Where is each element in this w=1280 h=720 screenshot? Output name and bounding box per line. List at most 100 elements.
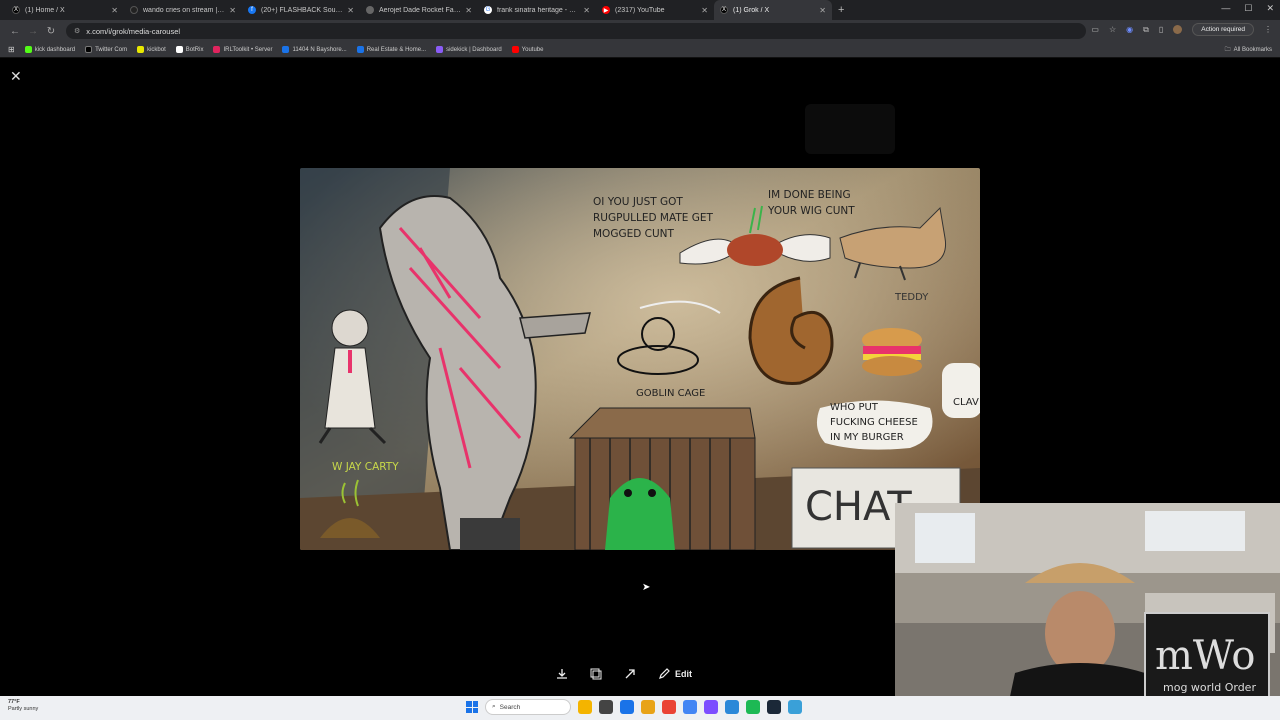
install-icon[interactable]: ▭ bbox=[1091, 25, 1099, 34]
taskbar-app-11[interactable] bbox=[788, 700, 802, 714]
botrix-icon bbox=[175, 46, 183, 53]
goblin-cage-label: GOBLIN CAGE bbox=[636, 388, 705, 399]
bookmark-kickbot[interactable]: kickbot bbox=[137, 46, 166, 53]
taskbar-app-6[interactable] bbox=[683, 700, 697, 714]
globe-icon bbox=[366, 6, 374, 14]
taskbar-app-8[interactable] bbox=[725, 700, 739, 714]
search-icon: ⌕ bbox=[492, 703, 496, 710]
minimize-icon[interactable]: — bbox=[1221, 3, 1230, 14]
close-icon[interactable]: ✕ bbox=[10, 68, 22, 85]
bookmark-star-icon[interactable]: ☆ bbox=[1109, 25, 1116, 34]
address-bar-row: ← → ↻ ⚙ x.com/i/grok/media-carousel ▭ ☆ … bbox=[0, 20, 1280, 42]
mouse-cursor-icon: ➤ bbox=[642, 582, 651, 593]
site-info-icon[interactable]: ⚙ bbox=[74, 27, 80, 35]
window-controls: — ☐ ✕ bbox=[1221, 3, 1274, 14]
tab-aerojet[interactable]: Aerojet Dade Rocket Facility | A✕ bbox=[360, 0, 478, 20]
tab-home-x[interactable]: X (1) Home / X ✕ bbox=[6, 0, 124, 20]
house-icon bbox=[282, 46, 290, 53]
tab-facebook[interactable]: f(20+) FLASHBACK South Florid✕ bbox=[242, 0, 360, 20]
bookmark-twitter[interactable]: Twitter Com bbox=[85, 46, 127, 53]
bookmark-youtube[interactable]: Youtube bbox=[511, 46, 543, 53]
irltoolkit-icon bbox=[213, 46, 221, 53]
share-button[interactable] bbox=[624, 668, 636, 680]
kickbot-icon bbox=[137, 46, 145, 53]
close-tab-icon[interactable]: ✕ bbox=[819, 6, 826, 15]
pencil-icon bbox=[659, 668, 670, 679]
background-panel bbox=[805, 104, 895, 154]
tab-kick[interactable]: wando cries on stream | Looks✕ bbox=[124, 0, 242, 20]
apps-icon[interactable]: ⊞ bbox=[8, 45, 15, 54]
share-icon bbox=[625, 669, 635, 679]
windows-start-icon[interactable] bbox=[466, 701, 478, 713]
speech-line-2: RUGPULLED MATE GET bbox=[593, 212, 713, 224]
x-logo-icon: X bbox=[720, 6, 728, 14]
clav-label: CLAV bbox=[953, 397, 979, 408]
sidekick-icon bbox=[436, 46, 444, 53]
close-tab-icon[interactable]: ✕ bbox=[229, 6, 236, 15]
taskbar-app-2[interactable] bbox=[599, 700, 613, 714]
maximize-icon[interactable]: ☐ bbox=[1244, 3, 1252, 14]
taskbar-app-9[interactable] bbox=[746, 700, 760, 714]
action-required-button[interactable]: Action required bbox=[1192, 23, 1254, 36]
reload-icon[interactable]: ↻ bbox=[42, 26, 60, 37]
burger-drawing bbox=[862, 328, 922, 376]
svg-text:mWo: mWo bbox=[1155, 633, 1255, 679]
taskbar-app-3[interactable] bbox=[620, 700, 634, 714]
bookmark-irltoolkit[interactable]: IRLToolkit • Server bbox=[213, 46, 272, 53]
speech-line-3: MOGGED CUNT bbox=[593, 228, 675, 240]
new-tab-button[interactable]: + bbox=[838, 4, 844, 16]
tab-google[interactable]: Gfrank sinatra heritage - Google✕ bbox=[478, 0, 596, 20]
media-toolbar: Edit bbox=[556, 668, 692, 680]
taskbar-apps: ⌕ Search bbox=[466, 699, 802, 715]
back-icon[interactable]: ← bbox=[6, 26, 24, 37]
close-tab-icon[interactable]: ✕ bbox=[347, 6, 354, 15]
close-tab-icon[interactable]: ✕ bbox=[701, 6, 708, 15]
folder-icon: 🗀 bbox=[1224, 47, 1231, 53]
bookmark-sidekick[interactable]: sidekick | Dashboard bbox=[436, 46, 502, 53]
wig-line-2: YOUR WIG CUNT bbox=[767, 205, 855, 217]
copy-icon bbox=[590, 668, 602, 680]
taskbar-app-5[interactable] bbox=[662, 700, 676, 714]
all-bookmarks-button[interactable]: 🗀 All Bookmarks bbox=[1225, 45, 1272, 55]
kick-icon bbox=[130, 6, 138, 14]
menu-icon[interactable]: ⋮ bbox=[1264, 25, 1272, 34]
goblin-cage bbox=[568, 407, 756, 550]
taskbar-search[interactable]: ⌕ Search bbox=[485, 699, 571, 715]
taskbar-app-1[interactable] bbox=[578, 700, 592, 714]
sidepanel-icon[interactable]: ▯ bbox=[1159, 25, 1163, 34]
weather-widget[interactable]: 77°F Partly sunny bbox=[8, 699, 38, 713]
facebook-icon: f bbox=[248, 6, 256, 14]
bookmark-kick-dashboard[interactable]: kick dashboard bbox=[24, 46, 75, 53]
download-icon bbox=[557, 669, 567, 679]
taskbar-app-4[interactable] bbox=[641, 700, 655, 714]
tab-youtube[interactable]: ▶ (2317) YouTube ✕ bbox=[596, 0, 714, 20]
close-window-icon[interactable]: ✕ bbox=[1266, 3, 1274, 14]
windows-taskbar: 77°F Partly sunny ⌕ Search bbox=[0, 696, 1280, 720]
speech-line-1: OI YOU JUST GOT bbox=[593, 196, 683, 208]
google-icon: G bbox=[484, 6, 492, 14]
bookmarks-bar: ⊞ kick dashboard Twitter Com kickbot Bot… bbox=[0, 42, 1280, 58]
house-icon bbox=[356, 46, 364, 53]
burger-line-3: IN MY BURGER bbox=[830, 432, 904, 443]
bookmark-bayshore[interactable]: 11404 N Bayshore... bbox=[282, 46, 347, 53]
url-field[interactable]: ⚙ x.com/i/grok/media-carousel bbox=[66, 23, 1086, 39]
close-tab-icon[interactable]: ✕ bbox=[583, 6, 590, 15]
bookmark-real-estate[interactable]: Real Estate & Home... bbox=[356, 46, 426, 53]
extension-icon[interactable]: ◉ bbox=[1126, 25, 1133, 34]
edit-button[interactable]: Edit bbox=[658, 668, 692, 680]
puzzle-icon[interactable]: ⧉ bbox=[1143, 25, 1149, 35]
taskbar-app-10[interactable] bbox=[767, 700, 781, 714]
download-button[interactable] bbox=[556, 668, 568, 680]
close-tab-icon[interactable]: ✕ bbox=[111, 6, 118, 15]
taskbar-app-7[interactable] bbox=[704, 700, 718, 714]
close-tab-icon[interactable]: ✕ bbox=[465, 6, 472, 15]
copy-button[interactable] bbox=[590, 668, 602, 680]
tab-grok[interactable]: X (1) Grok / X ✕ bbox=[714, 0, 832, 20]
profile-avatar[interactable] bbox=[1173, 25, 1183, 34]
generated-image[interactable]: OI YOU JUST GOT RUGPULLED MATE GET MOGGE… bbox=[300, 168, 980, 550]
teddy-label: TEDDY bbox=[894, 292, 929, 303]
forward-icon[interactable]: → bbox=[24, 26, 42, 37]
youtube-icon bbox=[511, 46, 519, 53]
bookmark-botrix[interactable]: BotRix bbox=[175, 46, 203, 53]
svg-text:mog world Order: mog world Order bbox=[1163, 681, 1256, 694]
